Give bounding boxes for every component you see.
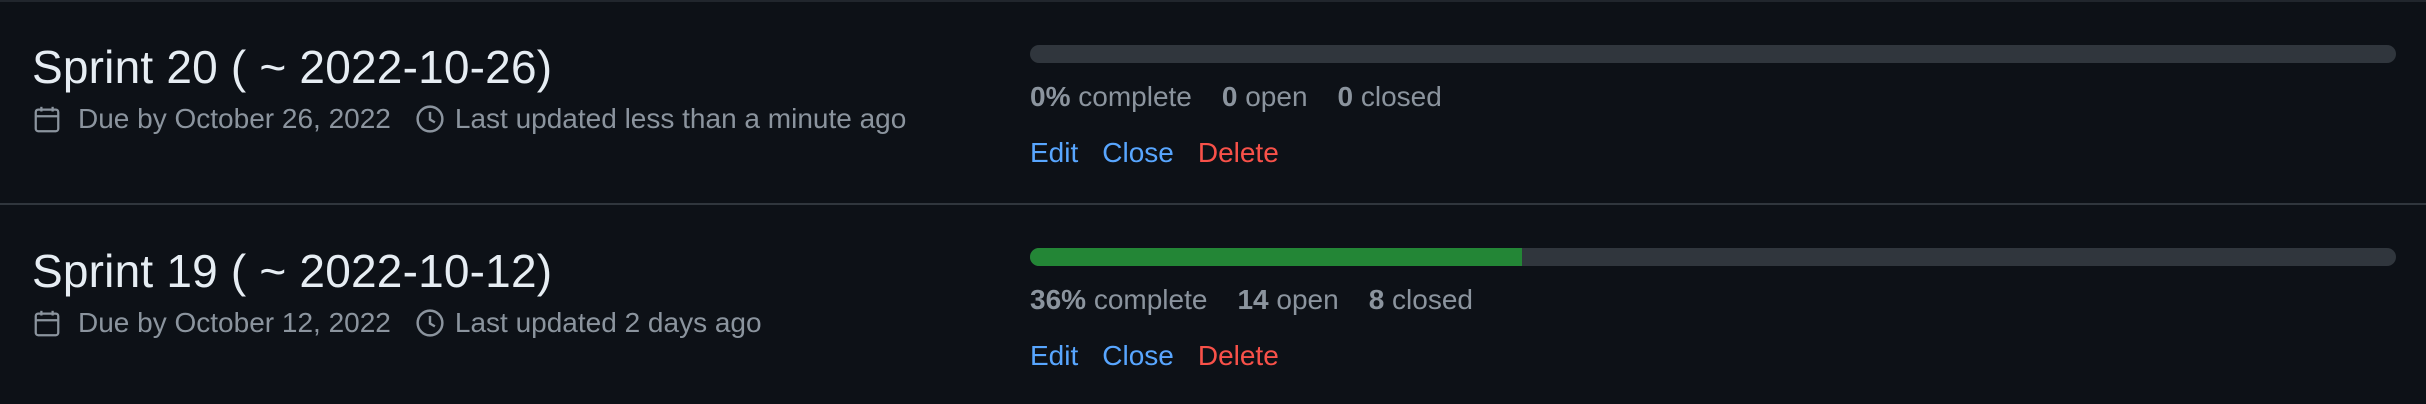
milestone-actions: Edit Close Delete — [1030, 340, 1279, 372]
close-link[interactable]: Close — [1102, 340, 1174, 372]
progress-bar — [1030, 45, 2396, 63]
milestone-title[interactable]: Sprint 19 ( ~ 2022-10-12) — [32, 244, 552, 298]
delete-link[interactable]: Delete — [1198, 340, 1279, 372]
open-count: 14 open — [1237, 284, 1339, 315]
milestone-list: Sprint 20 ( ~ 2022-10-26) Due by October… — [0, 0, 2426, 404]
last-updated: Last updated less than a minute ago — [415, 103, 906, 135]
edit-link[interactable]: Edit — [1030, 137, 1078, 169]
clock-icon — [415, 104, 445, 134]
last-updated: Last updated 2 days ago — [415, 307, 762, 339]
due-date: Due by October 26, 2022 — [32, 103, 391, 135]
edit-link[interactable]: Edit — [1030, 340, 1078, 372]
progress-bar — [1030, 248, 2396, 266]
percent-complete: 0% complete — [1030, 81, 1192, 112]
closed-count: 0 closed — [1337, 81, 1442, 112]
milestone-item: Sprint 20 ( ~ 2022-10-26) Due by October… — [0, 0, 2426, 203]
last-updated-text: Last updated less than a minute ago — [454, 103, 907, 134]
clock-icon — [415, 308, 445, 338]
milestone-stats: 0% complete 0 open 0 closed — [1030, 81, 1442, 113]
closed-count: 8 closed — [1368, 284, 1473, 315]
milestone-stats: 36% complete 14 open 8 closed — [1030, 284, 1473, 316]
milestone-meta: Due by October 26, 2022 Last updated les… — [32, 103, 906, 135]
delete-link[interactable]: Delete — [1198, 137, 1279, 169]
due-date-text: Due by October 26, 2022 — [78, 103, 391, 134]
milestone-title[interactable]: Sprint 20 ( ~ 2022-10-26) — [32, 40, 552, 94]
due-date: Due by October 12, 2022 — [32, 307, 391, 339]
last-updated-text: Last updated 2 days ago — [454, 307, 762, 338]
milestone-actions: Edit Close Delete — [1030, 137, 1279, 169]
percent-complete: 36% complete — [1030, 284, 1208, 315]
milestone-item: Sprint 19 ( ~ 2022-10-12) Due by October… — [0, 203, 2426, 404]
calendar-icon — [32, 308, 62, 338]
milestone-meta: Due by October 12, 2022 Last updated 2 d… — [32, 307, 762, 339]
progress-bar-fill — [1030, 248, 1522, 266]
calendar-icon — [32, 104, 62, 134]
open-count: 0 open — [1221, 81, 1308, 112]
due-date-text: Due by October 12, 2022 — [78, 307, 391, 338]
close-link[interactable]: Close — [1102, 137, 1174, 169]
